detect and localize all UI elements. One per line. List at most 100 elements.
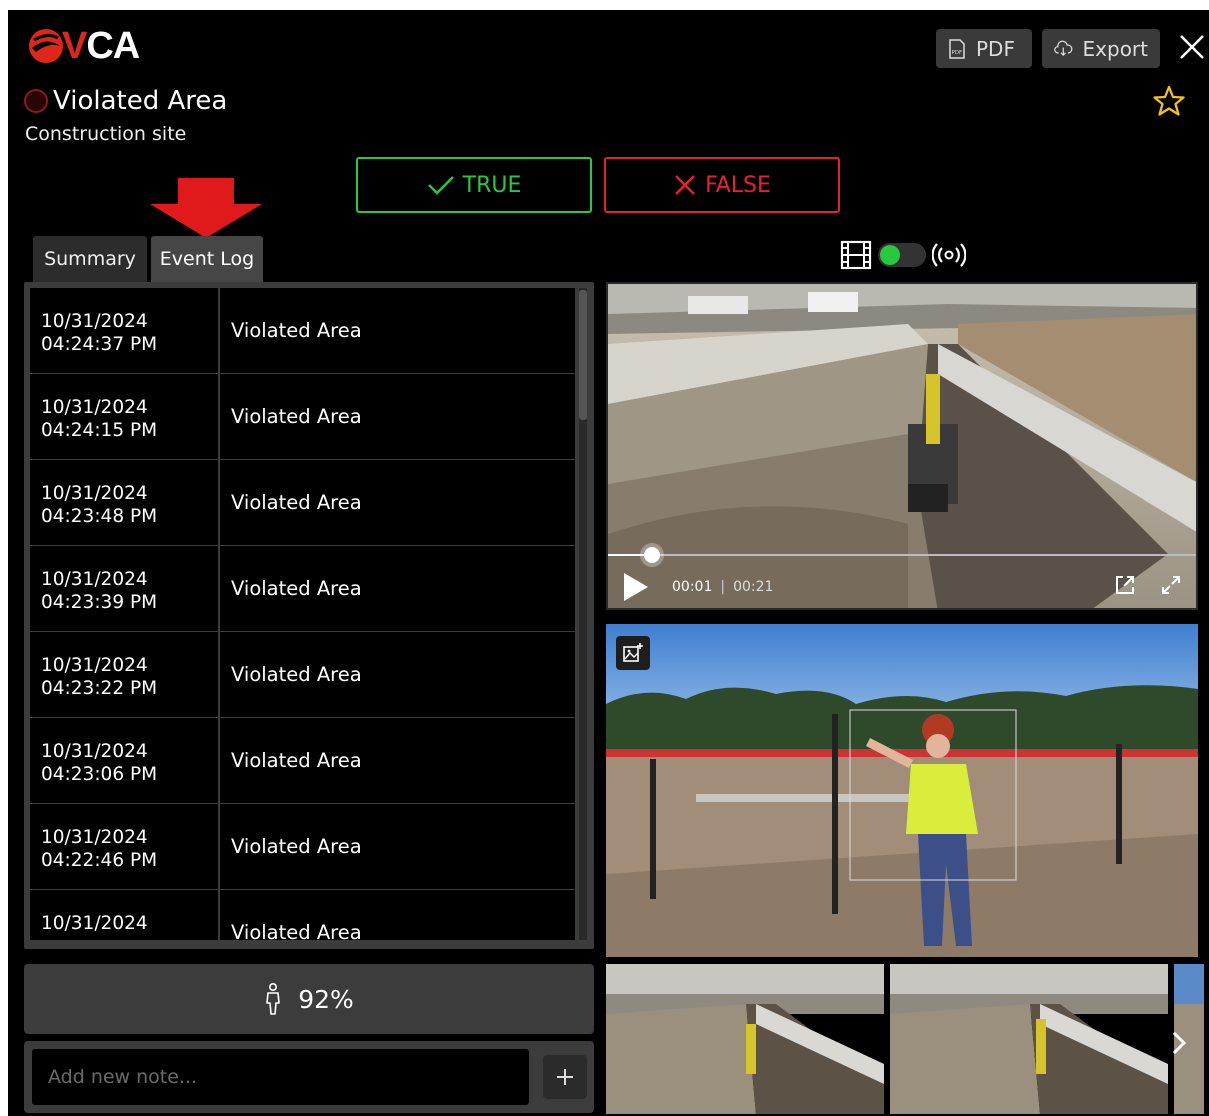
play-icon[interactable] — [622, 572, 650, 602]
true-button[interactable]: TRUE — [356, 157, 592, 213]
event-log-time: 04:23:06 PM — [41, 764, 158, 785]
fullscreen-icon[interactable] — [1160, 574, 1182, 596]
true-button-label: TRUE — [462, 172, 522, 198]
logo-text: VCA — [62, 24, 140, 67]
toggle-knob — [880, 245, 900, 265]
video-action-icons — [1114, 574, 1182, 596]
video-player[interactable]: 00:01 | 00:21 — [606, 282, 1198, 610]
event-log-date: 10/31/2024 — [41, 569, 148, 590]
event-log-timestamp: 10/31/2024 04:23:39 PM — [30, 546, 218, 631]
check-icon — [427, 176, 454, 195]
event-log-date: 10/31/2024 — [41, 397, 148, 418]
event-log-date: 10/31/2024 — [41, 483, 148, 504]
event-log-timestamp: 10/31/2024 04:24:15 PM — [30, 374, 218, 459]
event-log-row[interactable]: 10/31/2024 04:23:39 PM Violated Area — [30, 546, 575, 632]
view-mode-toggle[interactable] — [840, 240, 966, 270]
tab-summary-label: Summary — [44, 248, 136, 270]
star-outline-icon[interactable] — [1152, 84, 1186, 118]
event-log-timestamp: 10/31/2024 04:23:22 PM — [30, 632, 218, 717]
confidence-bar: 92% — [24, 964, 594, 1034]
vca-logo: VCA — [26, 24, 140, 67]
event-log-row[interactable]: 10/31/2024 04:23:22 PM Violated Area — [30, 632, 575, 718]
event-log-row[interactable]: 10/31/2024 04:23:48 PM Violated Area — [30, 460, 575, 546]
worker-snapshot-image — [606, 624, 1198, 957]
pdf-button-label: PDF — [976, 36, 1015, 61]
note-input[interactable] — [32, 1049, 529, 1105]
event-log-row[interactable]: 10/31/2024 04:24:15 PM Violated Area — [30, 374, 575, 460]
event-log-type: Violated Area — [220, 804, 575, 889]
close-icon[interactable] — [1176, 30, 1208, 64]
vca-logo-icon — [29, 29, 63, 63]
plus-icon — [557, 1069, 573, 1085]
event-log-scroll-thumb[interactable] — [579, 290, 587, 420]
video-scrub-handle[interactable] — [644, 547, 660, 563]
event-log-date: 10/31/2024 — [41, 827, 148, 848]
thumbnail[interactable] — [890, 964, 1168, 1114]
live-broadcast-icon — [932, 243, 966, 267]
event-log-row[interactable]: 10/31/2024 04:24:37 PM Violated Area — [30, 288, 575, 374]
event-log-timestamp: 10/31/2024 04:23:06 PM — [30, 718, 218, 803]
image-plus-icon — [623, 643, 643, 662]
event-log-time: 04:23:48 PM — [41, 506, 158, 527]
pdf-button[interactable]: PDF PDF — [936, 29, 1032, 68]
annotation-arrow-icon — [150, 178, 262, 238]
event-log-date: 10/31/2024 — [41, 311, 148, 332]
event-log-time: 04:24:15 PM — [41, 420, 158, 441]
event-log-timestamp: 10/31/2024 04:24:37 PM — [30, 288, 218, 373]
event-title: Violated Area — [53, 86, 228, 116]
event-log-type: Violated Area — [220, 374, 575, 459]
event-log-time: 04:23:39 PM — [41, 592, 158, 613]
video-progress-track[interactable] — [608, 554, 1196, 556]
event-detail-window: VCA PDF PDF Export Violated Area Constru… — [8, 10, 1209, 1116]
event-log-date: 10/31/2024 — [41, 741, 148, 762]
thumbnail-image — [890, 964, 1168, 1114]
thumbnail[interactable] — [606, 964, 884, 1114]
event-log-timestamp: 10/31/2024 04:23:48 PM — [30, 460, 218, 545]
event-log-time: 04:22:46 PM — [41, 850, 158, 871]
event-log-row[interactable]: 10/31/2024 04:23:06 PM Violated Area — [30, 718, 575, 804]
video-controls: 00:01 | 00:21 — [622, 572, 773, 602]
event-log-row[interactable]: 10/31/2024 Violated Area — [30, 890, 575, 940]
event-log-type: Violated Area — [220, 288, 575, 373]
tab-event-log-label: Event Log — [159, 248, 255, 270]
event-log-list[interactable]: 10/31/2024 04:24:37 PM Violated Area 10/3… — [30, 288, 575, 940]
tab-summary[interactable]: Summary — [33, 236, 147, 282]
thumbnail-image — [606, 964, 884, 1114]
tab-event-log[interactable]: Event Log — [151, 236, 263, 282]
event-log-type: Violated Area — [220, 718, 575, 803]
snapshot-badge[interactable] — [616, 636, 650, 670]
add-note-button[interactable] — [543, 1055, 587, 1099]
pdf-file-icon: PDF — [949, 38, 965, 59]
event-log-panel: 10/31/2024 04:24:37 PM Violated Area 10/3… — [24, 282, 594, 949]
detection-snapshot[interactable] — [606, 624, 1198, 957]
event-log-timestamp: 10/31/2024 — [30, 890, 218, 940]
person-icon — [266, 983, 281, 1015]
event-log-type: Violated Area — [220, 546, 575, 631]
event-title-row: Violated Area — [24, 86, 227, 116]
live-toggle-switch[interactable] — [878, 243, 926, 267]
event-log-type: Violated Area — [220, 460, 575, 545]
event-log-time: 04:24:37 PM — [41, 334, 158, 355]
chevron-right-icon[interactable] — [1168, 1030, 1188, 1056]
event-log-timestamp: 10/31/2024 04:22:46 PM — [30, 804, 218, 889]
event-log-row[interactable]: 10/31/2024 04:22:46 PM Violated Area — [30, 804, 575, 890]
event-log-date: 10/31/2024 — [41, 913, 148, 934]
false-button[interactable]: FALSE — [604, 157, 840, 213]
event-log-type: Violated Area — [220, 890, 575, 940]
svg-text:PDF: PDF — [952, 50, 963, 56]
export-button[interactable]: Export — [1042, 29, 1160, 68]
video-current-time: 00:01 — [672, 579, 713, 595]
event-log-date: 10/31/2024 — [41, 655, 148, 676]
cloud-download-icon — [1054, 40, 1073, 56]
note-panel — [24, 1041, 594, 1113]
construction-trench-video-frame — [608, 284, 1196, 608]
open-external-icon[interactable] — [1114, 574, 1136, 596]
event-location: Construction site — [25, 123, 187, 145]
export-button-label: Export — [1082, 36, 1148, 61]
film-icon — [840, 240, 872, 270]
confidence-value: 92% — [298, 984, 354, 1014]
event-log-time: 04:23:22 PM — [41, 678, 158, 699]
status-indicator-icon — [24, 89, 48, 113]
x-icon — [675, 175, 695, 195]
video-time-separator: | — [720, 579, 726, 595]
